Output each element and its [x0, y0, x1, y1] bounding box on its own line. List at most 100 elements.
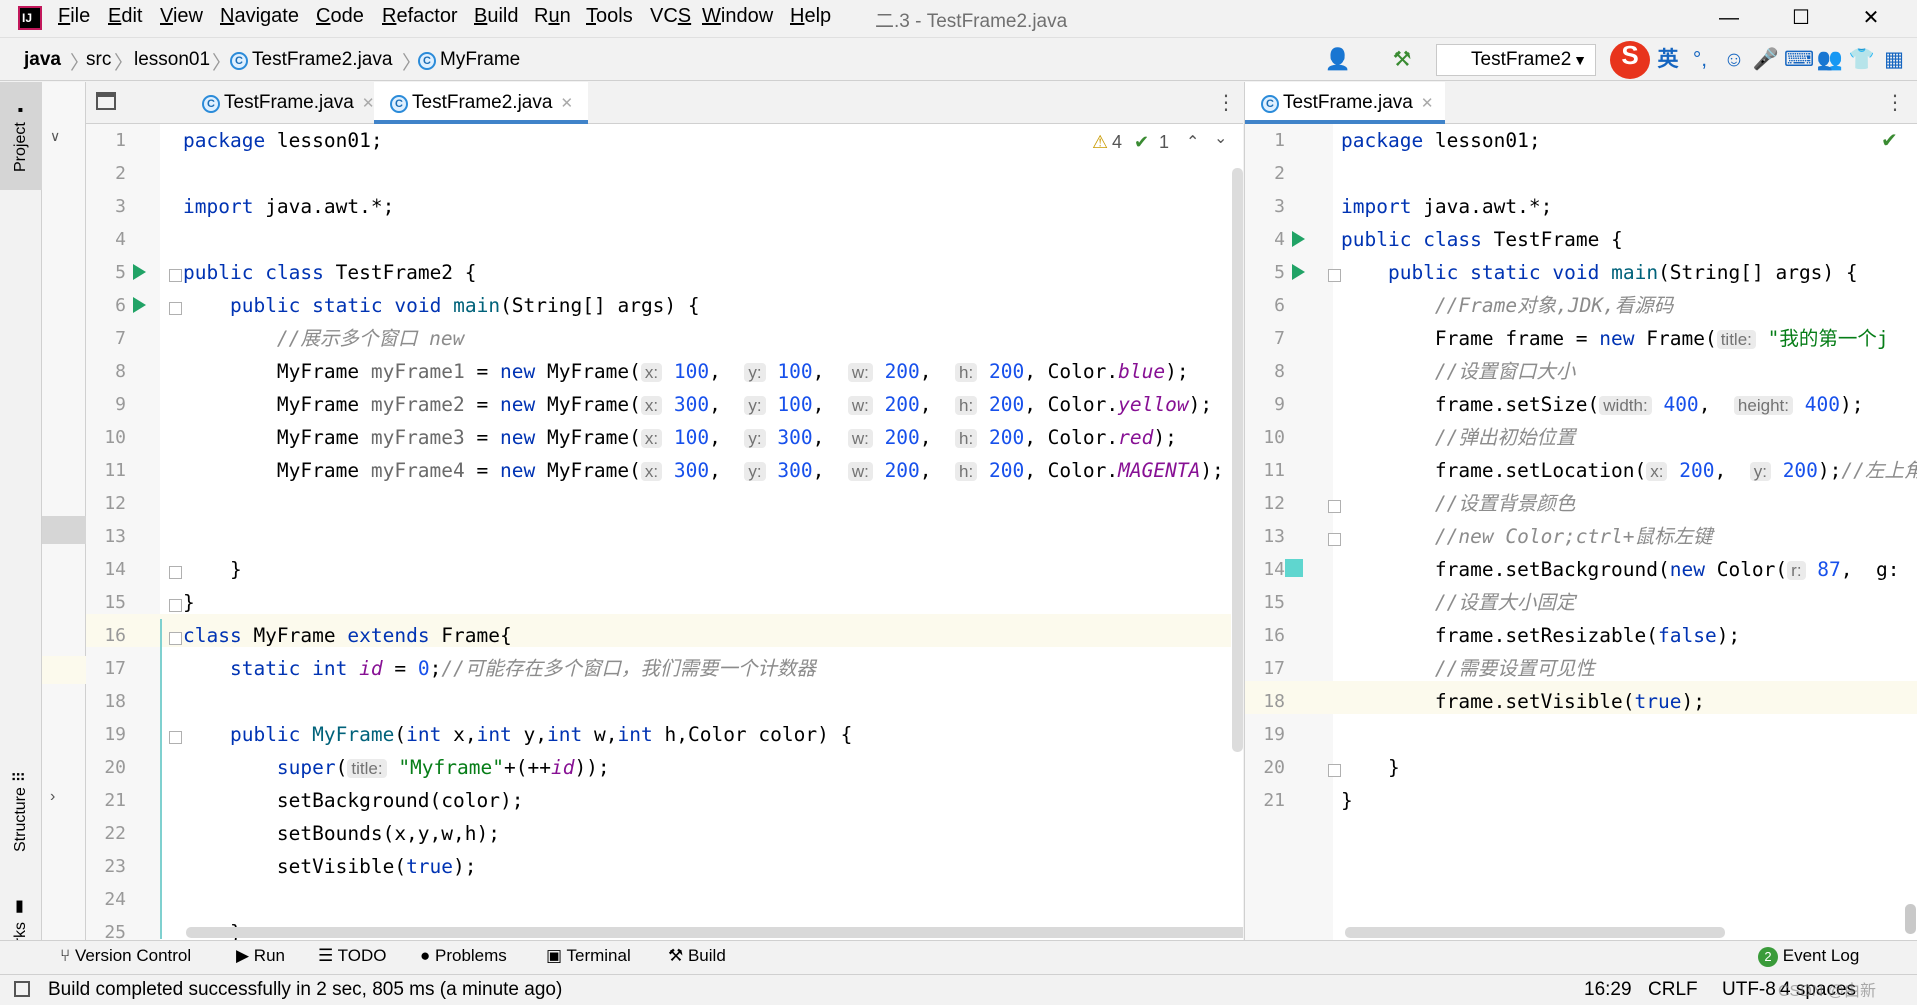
close-tab-icon[interactable]: ✕	[560, 95, 573, 112]
left-code-line[interactable]: static int id = 0;//可能存在多个窗口，我们需要一个计数器	[183, 652, 816, 685]
selected-tree-row[interactable]	[42, 516, 86, 544]
right-code-line[interactable]: public class TestFrame {	[1341, 223, 1623, 256]
menu-window[interactable]: Window	[702, 5, 773, 28]
run-gutter-icon[interactable]	[1292, 231, 1305, 247]
version-control-button[interactable]: ⑂ Version Control	[60, 946, 191, 966]
punctuation-icon[interactable]: °,	[1686, 46, 1714, 74]
fold-marker-icon[interactable]	[169, 731, 182, 744]
right-code-line[interactable]: Frame frame = new Frame(title: "我的第一个j	[1341, 322, 1889, 355]
event-log-button[interactable]: 2 Event Log	[1758, 946, 1859, 967]
left-code-line[interactable]: class MyFrame extends Frame{	[183, 619, 512, 652]
tab-testframe2[interactable]: C TestFrame2.java ✕	[374, 82, 588, 124]
keyboard-icon[interactable]: ⌨	[1784, 46, 1814, 74]
fold-marker-icon[interactable]	[1328, 500, 1341, 513]
fold-marker-icon[interactable]	[169, 599, 182, 612]
left-code-line[interactable]: setBackground(color);	[183, 784, 524, 817]
breadcrumb-java[interactable]: java	[24, 49, 61, 71]
no-problems-check-icon[interactable]: ✔	[1881, 128, 1898, 153]
run-gutter-icon[interactable]	[1292, 264, 1305, 280]
ime-language-toggle[interactable]: 英	[1654, 46, 1682, 74]
run-config-select[interactable]: TestFrame2 ▼	[1436, 44, 1596, 76]
structure-tool-tab[interactable]: Structure ⠿	[0, 756, 42, 866]
tab-testframe[interactable]: C TestFrame.java ✕	[186, 82, 383, 124]
todo-button[interactable]: ☰ TODO	[318, 946, 386, 966]
split-layout-icon[interactable]	[96, 92, 116, 110]
fold-marker-icon[interactable]	[169, 302, 182, 315]
horizontal-scrollbar[interactable]	[1345, 927, 1725, 938]
chevron-down-icon[interactable]: ∨	[50, 128, 60, 145]
breadcrumb-src[interactable]: src	[86, 49, 111, 71]
menu-code[interactable]: Code	[316, 5, 364, 28]
left-code-line[interactable]: MyFrame myFrame1 = new MyFrame(x: 100, y…	[183, 355, 1189, 388]
right-code-line[interactable]: //弹出初始位置	[1341, 421, 1575, 454]
status-panel-icon[interactable]	[14, 981, 30, 997]
left-code-line[interactable]: package lesson01;	[183, 124, 383, 157]
build-tool-button[interactable]: ⚒ Build	[668, 946, 726, 966]
run-gutter-icon[interactable]	[133, 297, 146, 313]
right-code-line[interactable]: //Frame对象,JDK,看源码	[1341, 289, 1673, 322]
vertical-scrollbar[interactable]	[1905, 904, 1916, 934]
left-code-editor[interactable]: 1 2 3 4 5 6 7 8 9 10 11 12 13 14 15 16 17 18 19 20 21 22 23 24 2…	[86, 124, 1243, 940]
fold-marker-icon[interactable]	[169, 269, 182, 282]
hammer-build-icon[interactable]: ⚒	[1388, 46, 1416, 74]
maximize-button[interactable]: ☐	[1773, 0, 1829, 37]
right-code-line[interactable]: public static void main(String[] args) {	[1341, 256, 1858, 289]
right-code-line[interactable]: import java.awt.*;	[1341, 190, 1552, 223]
right-code-line[interactable]: //设置大小固定	[1341, 586, 1575, 619]
fold-marker-icon[interactable]	[1328, 269, 1341, 282]
right-code-line[interactable]: package lesson01;	[1341, 124, 1541, 157]
close-tab-icon[interactable]: ✕	[362, 95, 375, 112]
left-code-line[interactable]: MyFrame myFrame4 = new MyFrame(x: 300, y…	[183, 454, 1224, 487]
left-code-line[interactable]: MyFrame myFrame2 = new MyFrame(x: 300, y…	[183, 388, 1212, 421]
menu-build[interactable]: Build	[474, 5, 518, 28]
left-code-line[interactable]: MyFrame myFrame3 = new MyFrame(x: 100, y…	[183, 421, 1177, 454]
color-swatch-icon[interactable]	[1285, 559, 1303, 577]
microphone-icon[interactable]: 🎤	[1752, 46, 1780, 74]
right-code-line[interactable]: frame.setVisible(true);	[1341, 685, 1705, 718]
left-code-line[interactable]: }	[183, 553, 242, 586]
terminal-button[interactable]: ▣ Terminal	[546, 946, 631, 966]
line-separator[interactable]: CRLF	[1648, 979, 1698, 1001]
menu-help[interactable]: Help	[790, 5, 831, 28]
run-tool-button[interactable]: ▶ Run	[236, 946, 285, 966]
fold-marker-icon[interactable]	[1328, 533, 1341, 546]
chevron-right-icon[interactable]: ›	[50, 788, 55, 806]
status-message[interactable]: Build completed successfully in 2 sec, 8…	[48, 979, 562, 1001]
warning-icon[interactable]: ⚠	[1092, 132, 1108, 153]
menu-file[interactable]: File	[58, 5, 90, 28]
close-window-button[interactable]: ✕	[1843, 0, 1899, 37]
fold-marker-icon[interactable]	[169, 632, 182, 645]
tree-row[interactable]	[42, 656, 86, 684]
left-code-line[interactable]: public static void main(String[] args) {	[183, 289, 700, 322]
breadcrumb-class[interactable]: C MyFrame	[418, 49, 520, 71]
right-code-line[interactable]: //设置背景颜色	[1341, 487, 1575, 520]
left-code-line[interactable]: super(title: "Myframe"+(++id));	[183, 751, 610, 784]
right-code-line[interactable]: }	[1341, 751, 1400, 784]
right-code-line[interactable]: //new Color;ctrl+鼠标左键	[1341, 520, 1713, 553]
project-tool-tab[interactable]: Project ▪	[0, 82, 42, 190]
menu-refactor[interactable]: Refactor	[382, 5, 458, 28]
breadcrumb-file[interactable]: C TestFrame2.java	[230, 49, 392, 71]
left-code-line[interactable]: setVisible(true);	[183, 850, 477, 883]
menu-edit[interactable]: Edit	[108, 5, 142, 28]
left-code-line[interactable]: setBounds(x,y,w,h);	[183, 817, 500, 850]
left-code-line[interactable]: //展示多个窗口 new	[183, 322, 464, 355]
emoji-icon[interactable]: ☺	[1720, 46, 1748, 74]
more-options-icon[interactable]: ⋮	[1885, 90, 1905, 115]
breadcrumb-lesson01[interactable]: lesson01	[134, 49, 210, 71]
weak-warning-icon[interactable]: ✔	[1134, 132, 1149, 153]
left-code-line[interactable]: }	[183, 586, 195, 619]
right-code-line[interactable]: frame.setResizable(false);	[1341, 619, 1740, 652]
menu-navigate[interactable]: Navigate	[220, 5, 299, 28]
menu-run[interactable]: Run	[534, 5, 571, 28]
vertical-scrollbar[interactable]	[1232, 168, 1243, 752]
right-code-editor[interactable]: 1 2 3 4 5 6 7 8 9 10 11 12 13 14 15 16 17 18 19 20 21 packag…	[1244, 124, 1917, 940]
right-code-line[interactable]: frame.setSize(width: 400, height: 400);	[1341, 388, 1864, 421]
menu-tools[interactable]: Tools	[586, 5, 633, 28]
right-code-line[interactable]: //需要设置可见性	[1341, 652, 1595, 685]
right-code-line[interactable]: frame.setBackground(new Color(r: 87, g:	[1341, 553, 1900, 586]
grid-icon[interactable]: ▦	[1880, 46, 1908, 74]
left-code-line[interactable]: public class TestFrame2 {	[183, 256, 477, 289]
caret-position[interactable]: 16:29	[1584, 979, 1632, 1001]
tab-testframe-right[interactable]: C TestFrame.java ✕	[1245, 82, 1445, 124]
